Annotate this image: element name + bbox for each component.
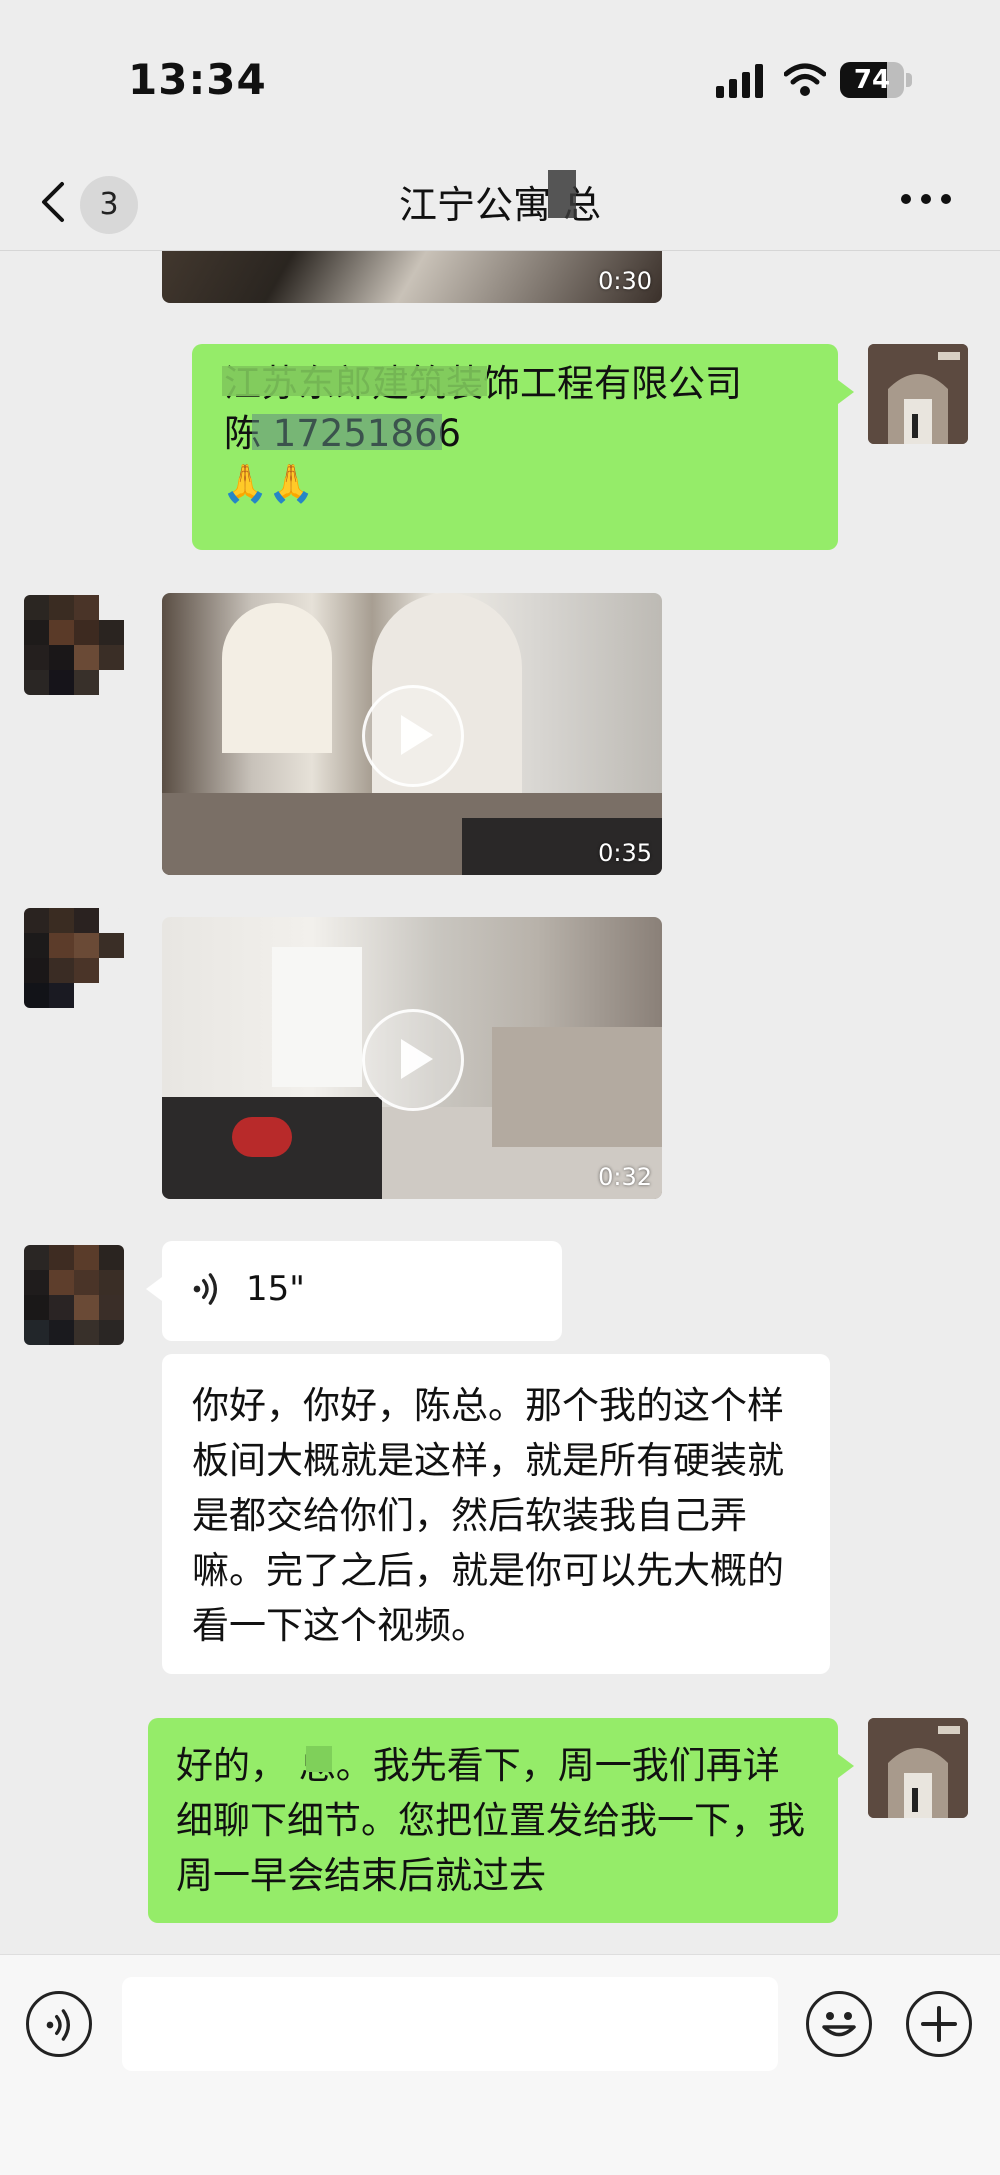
outgoing-text-message[interactable]: 江苏东郎建筑装饰工程有限公司 陈 17251866 🙏🙏 bbox=[192, 344, 854, 550]
contact-avatar[interactable] bbox=[24, 595, 124, 695]
status-bar: 13:34 74 bbox=[0, 0, 1000, 150]
storefront-icon bbox=[868, 1718, 968, 1818]
voice-playback-icon bbox=[193, 1273, 217, 1305]
back-button[interactable]: 3 bbox=[28, 170, 148, 234]
message-emoji: 🙏🙏 bbox=[222, 462, 315, 505]
input-bar bbox=[0, 1954, 1000, 2175]
more-options-button[interactable] bbox=[896, 184, 956, 214]
battery-level: 74 bbox=[853, 65, 891, 95]
chat-header: 3 江宁公寓 总 bbox=[0, 150, 1000, 251]
unread-count-badge: 3 bbox=[80, 176, 138, 234]
message-text: 你好，你好，陈总。那个我的这个样板间大概就是这样，就是所有硬装就是都交给你们，然… bbox=[192, 1384, 784, 1647]
incoming-text-message[interactable]: 你好，你好，陈总。那个我的这个样板间大概就是这样，就是所有硬装就是都交给你们，然… bbox=[162, 1354, 830, 1674]
video-message-thumbnail[interactable]: 0:35 bbox=[162, 593, 662, 875]
cellular-signal-icon bbox=[716, 64, 763, 98]
redaction-mask bbox=[306, 1746, 332, 1772]
storefront-icon bbox=[868, 344, 968, 444]
video-message-thumbnail[interactable]: 0:32 bbox=[162, 917, 662, 1199]
contact-avatar[interactable] bbox=[24, 908, 124, 1008]
plus-icon bbox=[921, 2006, 957, 2042]
chat-title: 江宁公寓 总 bbox=[398, 183, 602, 227]
voice-message[interactable]: 15" bbox=[146, 1241, 562, 1341]
my-avatar[interactable] bbox=[868, 344, 968, 444]
redaction-mask bbox=[252, 414, 442, 450]
status-time: 13:34 bbox=[128, 55, 267, 104]
wifi-icon bbox=[784, 63, 826, 96]
message-text: 好的， 总。我先看下，周一我们再详细聊下细节。您把位置发给我一下，我周一早会结束… bbox=[176, 1744, 805, 1897]
emoji-button[interactable] bbox=[806, 1991, 872, 2057]
redaction-mask bbox=[222, 366, 487, 396]
voice-mode-button[interactable] bbox=[26, 1991, 92, 2057]
contact-avatar[interactable] bbox=[24, 1245, 124, 1345]
outgoing-text-message[interactable]: 好的， 总。我先看下，周一我们再详细聊下细节。您把位置发给我一下，我周一早会结束… bbox=[148, 1718, 854, 1923]
message-input[interactable] bbox=[122, 1977, 778, 2071]
chevron-left-icon bbox=[42, 182, 64, 222]
plus-button[interactable] bbox=[906, 1991, 972, 2057]
my-avatar[interactable] bbox=[868, 1718, 968, 1818]
video-duration: 0:30 bbox=[598, 267, 652, 295]
battery-icon: 74 bbox=[840, 62, 914, 98]
video-message-thumbnail[interactable]: 0:30 bbox=[162, 251, 662, 303]
title-redaction-mask bbox=[548, 170, 576, 218]
video-duration: 0:35 bbox=[598, 839, 652, 867]
video-duration: 0:32 bbox=[598, 1163, 652, 1191]
play-icon[interactable] bbox=[362, 1009, 464, 1111]
emoji-icon bbox=[822, 2012, 856, 2037]
message-list[interactable]: 0:30 江苏东郎建筑装饰工程有限公司 陈 17251866 🙏🙏 0:35 bbox=[0, 251, 1000, 1954]
play-icon[interactable] bbox=[362, 685, 464, 787]
voice-duration: 15" bbox=[246, 1269, 305, 1309]
voice-mode-icon bbox=[46, 2009, 70, 2041]
